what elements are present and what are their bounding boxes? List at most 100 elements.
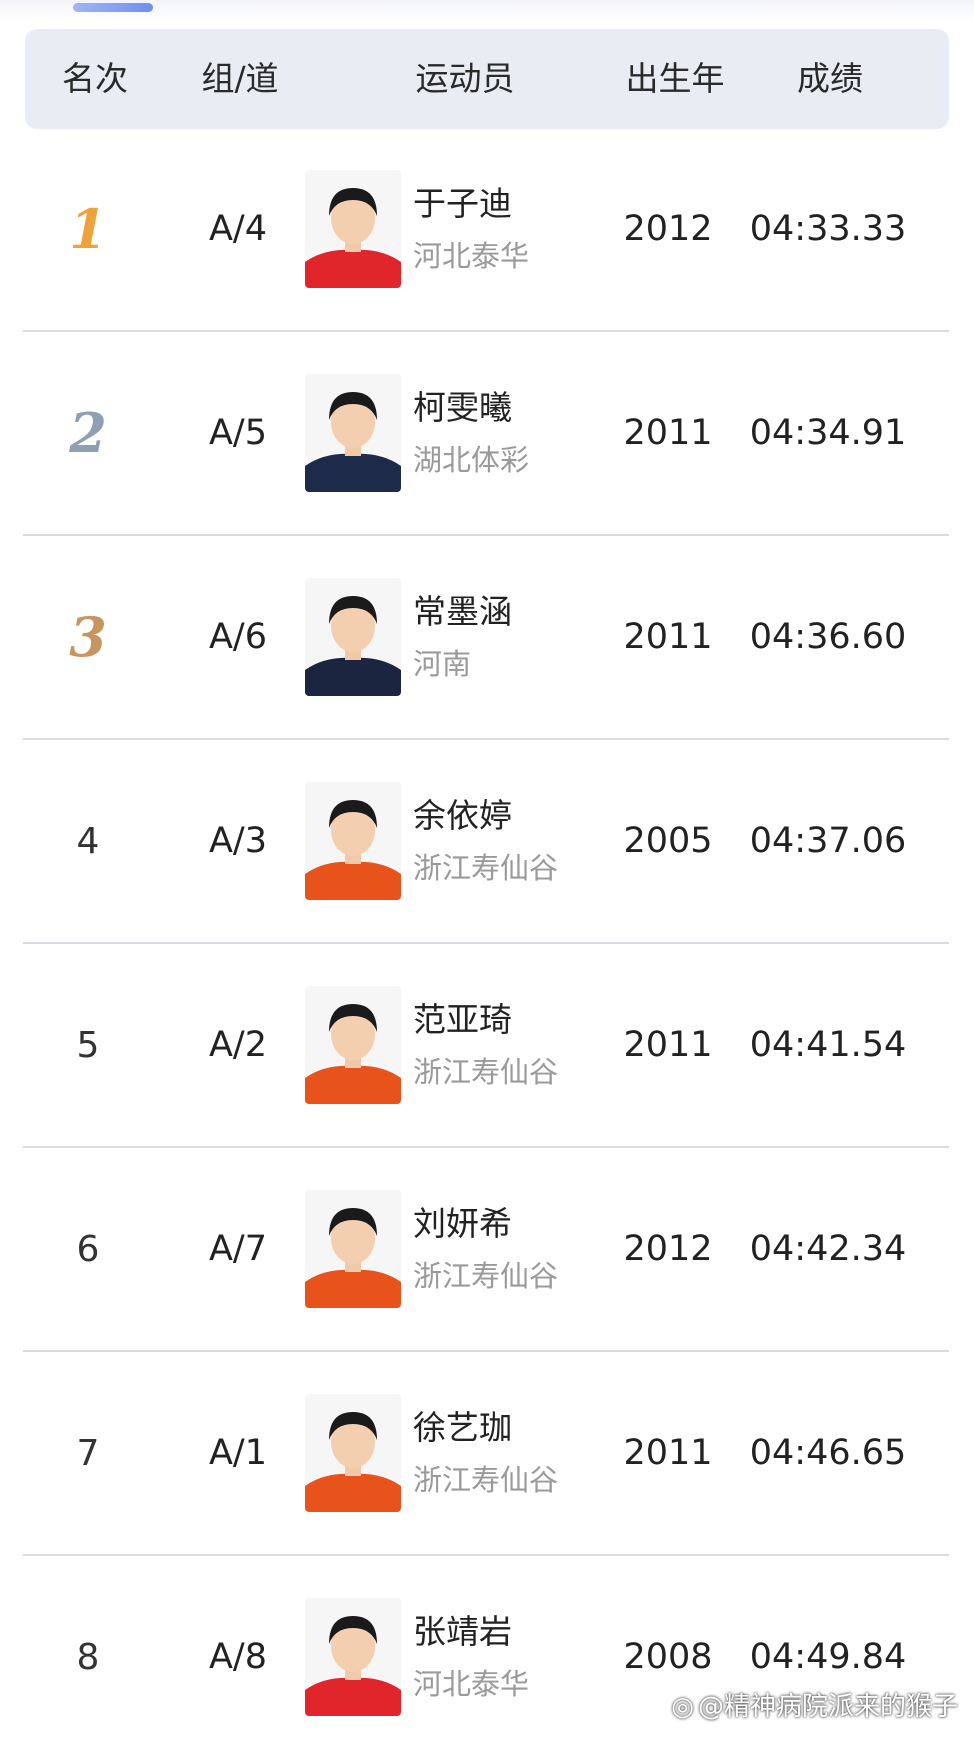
lane-cell: A/1 — [208, 1433, 267, 1473]
athlete-name: 常墨涵 — [413, 592, 512, 631]
athlete-photo — [305, 986, 401, 1104]
portrait-icon — [305, 1394, 401, 1512]
portrait-icon — [305, 1190, 401, 1308]
athlete-team: 河南 — [413, 647, 472, 681]
weibo-credit: ◎ @精神病院派来的猴子 — [671, 1686, 958, 1723]
lane-cell: A/7 — [208, 1229, 267, 1269]
rank-value: 5 — [76, 1024, 100, 1066]
portrait-icon — [305, 170, 401, 288]
credit-text: @精神病院派来的猴子 — [697, 1692, 958, 1722]
athlete-photo-cell — [303, 128, 403, 330]
portrait-icon — [305, 782, 401, 900]
rank-cell: 8 — [43, 1556, 133, 1758]
table-row[interactable]: 5 A/2 范亚琦 浙江寿仙谷 2011 04:41.54 — [23, 944, 949, 1148]
athlete-team: 浙江寿仙谷 — [413, 1463, 559, 1497]
athlete-photo-cell — [303, 332, 403, 534]
header-birth-year: 出生年 — [625, 59, 725, 98]
weibo-icon: ◎ — [671, 1692, 694, 1722]
result-cell: 04:46.65 — [749, 1433, 907, 1473]
athlete-photo-cell — [303, 536, 403, 738]
header-lane: 组/道 — [201, 59, 279, 98]
medal-rank-icon: 1 — [69, 197, 107, 261]
athlete-photo — [305, 1598, 401, 1716]
lane-cell: A/4 — [208, 209, 267, 249]
table-row[interactable]: 1 A/4 于子迪 河北泰华 2012 04:33.33 — [23, 128, 949, 332]
athlete-name: 范亚琦 — [413, 1000, 512, 1039]
athlete-cell: 余依婷 浙江寿仙谷 — [413, 740, 603, 942]
rank-value: 7 — [76, 1432, 100, 1474]
athlete-cell: 张靖岩 河北泰华 — [413, 1556, 603, 1758]
athlete-photo-cell — [303, 1352, 403, 1554]
athlete-photo-cell — [303, 1556, 403, 1758]
athlete-cell: 柯雯曦 湖北体彩 — [413, 332, 603, 534]
athlete-photo — [305, 782, 401, 900]
lane-cell: A/6 — [208, 617, 267, 657]
rank-cell: 4 — [43, 740, 133, 942]
portrait-icon — [305, 374, 401, 492]
athlete-name: 于子迪 — [413, 184, 512, 223]
table-header: 名次 组/道 运动员 出生年 成绩 — [25, 29, 949, 129]
lane-cell: A/3 — [208, 821, 267, 861]
rank-value: 6 — [76, 1228, 100, 1270]
result-cell: 04:42.34 — [749, 1229, 907, 1269]
athlete-name: 张靖岩 — [413, 1612, 512, 1651]
table-row[interactable]: 2 A/5 柯雯曦 湖北体彩 2011 04:34.91 — [23, 332, 949, 536]
result-cell: 04:41.54 — [749, 1025, 907, 1065]
portrait-icon — [305, 578, 401, 696]
rank-cell: 1 — [43, 128, 133, 330]
athlete-cell: 范亚琦 浙江寿仙谷 — [413, 944, 603, 1146]
athlete-cell: 常墨涵 河南 — [413, 536, 603, 738]
table-row[interactable]: 4 A/3 余依婷 浙江寿仙谷 2005 04:37.06 — [23, 740, 949, 944]
athlete-photo-cell — [303, 740, 403, 942]
athlete-photo — [305, 578, 401, 696]
athlete-team: 浙江寿仙谷 — [413, 1259, 559, 1293]
athlete-cell: 徐艺珈 浙江寿仙谷 — [413, 1352, 603, 1554]
athlete-photo — [305, 1190, 401, 1308]
header-rank: 名次 — [62, 59, 128, 98]
top-strip — [0, 0, 974, 22]
athlete-name: 刘妍希 — [413, 1204, 512, 1243]
athlete-photo — [305, 170, 401, 288]
rank-cell: 2 — [43, 332, 133, 534]
table-row[interactable]: 7 A/1 徐艺珈 浙江寿仙谷 2011 04:46.65 — [23, 1352, 949, 1556]
rank-value: 4 — [76, 820, 100, 862]
result-cell: 04:33.33 — [749, 209, 907, 249]
result-cell: 04:49.84 — [749, 1637, 907, 1677]
athlete-cell: 刘妍希 浙江寿仙谷 — [413, 1148, 603, 1350]
table-row[interactable]: 3 A/6 常墨涵 河南 2011 04:36.60 — [23, 536, 949, 740]
athlete-photo — [305, 1394, 401, 1512]
portrait-icon — [305, 986, 401, 1104]
athlete-team: 浙江寿仙谷 — [413, 851, 559, 885]
lane-cell: A/5 — [208, 413, 267, 453]
result-cell: 04:37.06 — [749, 821, 907, 861]
athlete-name: 徐艺珈 — [413, 1408, 512, 1447]
tab-indicator — [73, 3, 153, 12]
table-row[interactable]: 8 A/8 张靖岩 河北泰华 2008 04:49.84 — [23, 1556, 949, 1758]
rank-cell: 6 — [43, 1148, 133, 1350]
results-list: 1 A/4 于子迪 河北泰华 2012 04:33.33 2 A/5 柯雯曦 湖… — [0, 128, 974, 1758]
portrait-icon — [305, 1598, 401, 1716]
header-result: 成绩 — [797, 59, 863, 98]
athlete-photo-cell — [303, 944, 403, 1146]
lane-cell: A/2 — [208, 1025, 267, 1065]
athlete-photo-cell — [303, 1148, 403, 1350]
athlete-name: 柯雯曦 — [413, 388, 512, 427]
rank-cell: 7 — [43, 1352, 133, 1554]
rank-cell: 5 — [43, 944, 133, 1146]
rank-cell: 3 — [43, 536, 133, 738]
athlete-team: 浙江寿仙谷 — [413, 1055, 559, 1089]
header-athlete: 运动员 — [415, 59, 515, 98]
medal-rank-icon: 3 — [69, 605, 107, 669]
rank-value: 8 — [76, 1636, 100, 1678]
table-row[interactable]: 6 A/7 刘妍希 浙江寿仙谷 2012 04:42.34 — [23, 1148, 949, 1352]
athlete-name: 余依婷 — [413, 796, 512, 835]
athlete-team: 河北泰华 — [413, 239, 530, 273]
athlete-team: 河北泰华 — [413, 1667, 530, 1701]
athlete-team: 湖北体彩 — [413, 443, 530, 477]
result-cell: 04:36.60 — [749, 617, 907, 657]
result-cell: 04:34.91 — [749, 413, 907, 453]
athlete-photo — [305, 374, 401, 492]
medal-rank-icon: 2 — [69, 401, 107, 465]
athlete-cell: 于子迪 河北泰华 — [413, 128, 603, 330]
lane-cell: A/8 — [208, 1637, 267, 1677]
